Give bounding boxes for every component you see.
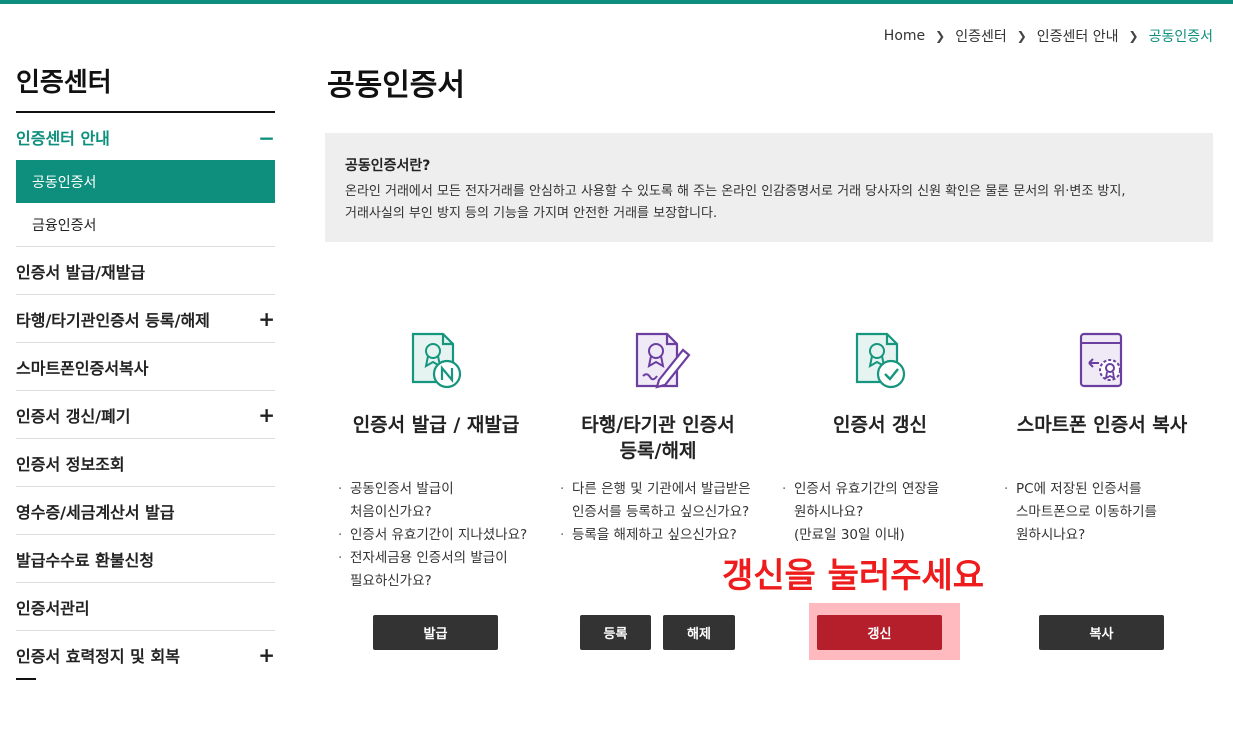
info-line: 온라인 거래에서 모든 전자거래를 안심하고 사용할 수 있도록 해 주는 온라… xyxy=(345,184,1126,199)
sidebar-item-label: 인증서 발급/재발급 xyxy=(16,262,146,282)
unregister-button[interactable]: 해제 xyxy=(663,615,735,650)
sidebar-item-label: 인증서 갱신/폐기 xyxy=(16,406,131,426)
copy-button[interactable]: 복사 xyxy=(1039,615,1164,650)
card-title: 인증서 발급 / 재발급 xyxy=(352,414,520,436)
card-renew: 인증서 갱신 인증서 유효기간의 연장을 원하시나요? (만료일 30일 이내) xyxy=(770,330,990,543)
breadcrumb-item[interactable]: 인증센터 안내 xyxy=(1037,26,1119,46)
sidebar-item-smartphone-copy[interactable]: 스마트폰인증서복사 xyxy=(16,343,275,391)
issue-button[interactable]: 발급 xyxy=(373,615,498,650)
bullet-item: 인증서 유효기간의 연장을 xyxy=(780,478,939,501)
plus-icon[interactable]: + xyxy=(258,307,275,331)
minus-icon[interactable]: − xyxy=(258,126,275,150)
breadcrumb-home[interactable]: Home xyxy=(884,28,925,44)
sidebar-item-suspend[interactable]: 인증서 효력정지 및 회복 + xyxy=(16,631,275,678)
sidebar-end-rule xyxy=(16,678,36,680)
bullet-item: 필요하신가요? xyxy=(350,573,432,589)
plus-icon[interactable]: + xyxy=(258,643,275,667)
bullet-item: 공동인증서 발급이 xyxy=(336,478,527,501)
sidebar-title-rule xyxy=(16,111,275,113)
info-description: 온라인 거래에서 모든 전자거래를 안심하고 사용할 수 있도록 해 주는 온라… xyxy=(345,181,1195,225)
sidebar-item-register[interactable]: 타행/타기관인증서 등록/해제 + xyxy=(16,295,275,343)
renew-annotation: 갱신을 눌러주세요 xyxy=(722,556,985,596)
card-bullets: 다른 은행 및 기관에서 발급받은 인증서를 등록하고 싶으신가요? 등록을 해… xyxy=(558,478,751,547)
sidebar-subitem-financial-cert[interactable]: 금융인증서 xyxy=(16,203,275,247)
bullet-item: (만료일 30일 이내) xyxy=(794,527,905,543)
info-question: 공동인증서란? xyxy=(345,158,431,174)
bullet-item: 스마트폰으로 이동하기를 xyxy=(1016,504,1157,520)
sidebar: 인증센터 안내 − 공동인증서 금융인증서 인증서 발급/재발급 타행/타기관인… xyxy=(16,114,275,678)
sidebar-item-manage[interactable]: 인증서관리 xyxy=(16,583,275,631)
card-bullets: 공동인증서 발급이 처음이신가요? 인증서 유효기간이 지나셨나요? 전자세금용… xyxy=(336,478,527,593)
breadcrumb: Home ❯ 인증센터 ❯ 인증센터 안내 ❯ 공동인증서 xyxy=(884,26,1213,46)
sidebar-item-receipt[interactable]: 영수증/세금계산서 발급 xyxy=(16,487,275,535)
info-box: 공동인증서란? 온라인 거래에서 모든 전자거래를 안심하고 사용할 수 있도록… xyxy=(325,133,1213,242)
sidebar-item-issue[interactable]: 인증서 발급/재발급 xyxy=(16,247,275,295)
page-title: 공동인증서 xyxy=(327,68,465,103)
sidebar-item-center-guide[interactable]: 인증센터 안내 − xyxy=(16,114,275,160)
certificate-register-icon xyxy=(635,332,691,389)
sidebar-item-refund[interactable]: 발급수수료 환불신청 xyxy=(16,535,275,583)
top-accent-bar xyxy=(0,0,1233,4)
sidebar-item-label: 발급수수료 환불신청 xyxy=(16,550,155,570)
card-register: 타행/타기관 인증서 등록/해제 다른 은행 및 기관에서 발급받은 인증서를 … xyxy=(548,330,768,547)
chevron-right-icon: ❯ xyxy=(1016,29,1027,43)
renew-button[interactable]: 갱신 xyxy=(817,615,942,650)
sidebar-subitem-joint-cert[interactable]: 공동인증서 xyxy=(16,160,275,203)
card-issue: 인증서 발급 / 재발급 공동인증서 발급이 처음이신가요? 인증서 유효기간이… xyxy=(326,330,546,589)
certificate-issue-icon xyxy=(411,332,462,389)
bullet-item: 전자세금용 인증서의 발급이 xyxy=(336,547,527,570)
chevron-right-icon: ❯ xyxy=(935,29,946,43)
card-title-line: 타행/타기관 인증서 xyxy=(581,414,735,436)
register-button[interactable]: 등록 xyxy=(580,615,651,650)
bullet-item: PC에 저장된 인증서를 xyxy=(1002,478,1157,501)
card-title-line: 등록/해제 xyxy=(619,440,697,462)
breadcrumb-item[interactable]: 인증센터 xyxy=(955,26,1007,46)
sidebar-title: 인증센터 xyxy=(16,68,112,98)
bullet-item: 원하시나요? xyxy=(794,504,864,520)
plus-icon[interactable]: + xyxy=(258,403,275,427)
card-title: 스마트폰 인증서 복사 xyxy=(1016,414,1188,436)
bullet-item: 원하시나요? xyxy=(1016,527,1086,543)
sidebar-item-label: 인증서 정보조회 xyxy=(16,454,125,474)
info-line: 거래사실의 부인 방지 등의 기능을 가지며 안전한 거래를 보장합니다. xyxy=(345,206,718,221)
card-title: 타행/타기관 인증서 등록/해제 xyxy=(548,412,768,464)
chevron-right-icon: ❯ xyxy=(1128,29,1139,43)
sidebar-item-label: 인증센터 안내 xyxy=(16,129,110,148)
sidebar-item-info[interactable]: 인증서 정보조회 xyxy=(16,439,275,487)
bullet-item: 다른 은행 및 기관에서 발급받은 xyxy=(558,478,751,501)
bullet-item: 등록을 해제하고 싶으신가요? xyxy=(558,524,751,547)
certificate-renew-icon xyxy=(855,332,906,389)
smartphone-copy-icon xyxy=(1079,332,1123,388)
card-bullets: PC에 저장된 인증서를 스마트폰으로 이동하기를 원하시나요? xyxy=(1002,478,1157,547)
sidebar-item-label: 인증서관리 xyxy=(16,598,90,618)
card-smartphone-copy: 스마트폰 인증서 복사 PC에 저장된 인증서를 스마트폰으로 이동하기를 원하… xyxy=(992,330,1212,543)
bullet-item: 처음이신가요? xyxy=(350,504,432,520)
card-bullets: 인증서 유효기간의 연장을 원하시나요? (만료일 30일 이내) xyxy=(780,478,939,547)
sidebar-item-label: 타행/타기관인증서 등록/해제 xyxy=(16,310,210,330)
sidebar-item-label: 영수증/세금계산서 발급 xyxy=(16,502,175,522)
breadcrumb-current: 공동인증서 xyxy=(1148,29,1213,45)
bullet-item: 인증서 유효기간이 지나셨나요? xyxy=(336,524,527,547)
sidebar-item-label: 스마트폰인증서복사 xyxy=(16,358,149,378)
sidebar-item-renew[interactable]: 인증서 갱신/폐기 + xyxy=(16,391,275,439)
card-title: 인증서 갱신 xyxy=(832,414,927,436)
bullet-item: 인증서를 등록하고 싶으신가요? xyxy=(572,504,750,520)
sidebar-item-label: 인증서 효력정지 및 회복 xyxy=(16,646,180,666)
